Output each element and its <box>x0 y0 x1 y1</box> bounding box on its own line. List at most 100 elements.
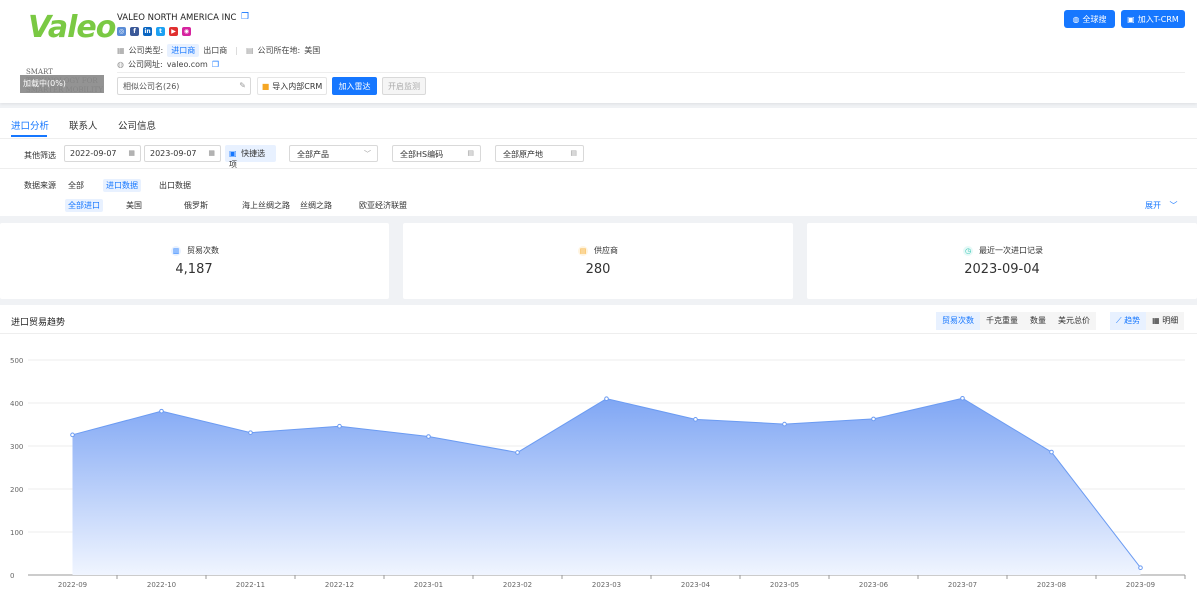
filter-divider <box>0 168 1197 169</box>
logo-loading-badge: 加载中(0%) <box>20 75 104 93</box>
y-tick-label: 300 <box>10 443 23 451</box>
sub-russia[interactable]: 俄罗斯 <box>184 200 208 211</box>
building-icon: ▦ <box>117 46 125 55</box>
copy-website-icon[interactable]: ❐ <box>212 60 219 69</box>
location-icon: ▤ <box>245 46 254 55</box>
data-point <box>604 396 609 402</box>
add-radar-button[interactable]: 加入雷达 <box>332 77 377 95</box>
sub-maritime-silk-road[interactable]: 海上丝绸之路 <box>242 200 290 211</box>
series-area <box>72 398 1141 575</box>
stat-value-suppliers: 280 <box>585 262 611 277</box>
tab-company-info[interactable]: 公司信息 <box>118 118 156 132</box>
x-tick-label: 2023-01 <box>414 581 443 589</box>
view-switch: ⟋ 趋势 ▦ 明细 <box>1110 312 1185 330</box>
product-select[interactable]: 全部产品 ﹀ <box>289 145 378 162</box>
data-point <box>159 408 164 414</box>
sub-eaeu[interactable]: 欧亚经济联盟 <box>359 200 407 211</box>
instagram-icon[interactable]: ◉ <box>182 27 191 36</box>
data-point <box>782 421 787 427</box>
folder-icon: ■ <box>261 81 270 91</box>
import-crm-button[interactable]: ■ 导入内部CRM <box>257 77 327 95</box>
stat-trades-label-text: 贸易次数 <box>187 246 219 255</box>
similar-companies-dropdown[interactable]: 相似公司名(26) ✎ <box>117 77 251 95</box>
source-all[interactable]: 全部 <box>68 180 84 191</box>
hs-code-select[interactable]: 全部HS编码 ▤ <box>392 145 481 162</box>
date-to-input[interactable]: 2023-09-07 ▦ <box>144 145 221 162</box>
facebook-icon[interactable]: f <box>130 27 139 36</box>
copy-icon[interactable]: ❐ <box>241 12 249 22</box>
x-tick-label: 2023-08 <box>1037 581 1066 589</box>
chevron-down-icon: ﹀ <box>1169 201 1178 210</box>
youtube-icon[interactable]: ▶ <box>169 27 178 36</box>
supplier-icon: ▤ <box>578 245 588 256</box>
metric-weight[interactable]: 千克重量 <box>980 312 1024 330</box>
list-icon: ▤ <box>570 149 577 157</box>
y-tick-label: 100 <box>10 529 23 537</box>
origin-value: 全部原产地 <box>503 150 543 159</box>
stat-label-last-import: ◷ 最近一次进口记录 <box>963 245 1043 256</box>
similar-companies-label: 相似公司名(26) <box>123 82 180 91</box>
stat-label-trades: ▥ 贸易次数 <box>171 245 219 256</box>
x-tick-label: 2023-05 <box>770 581 799 589</box>
linkedin-icon[interactable]: in <box>143 27 152 36</box>
globe-icon: ◍ <box>117 60 124 69</box>
source-import[interactable]: 进口数据 <box>103 179 141 192</box>
y-tick-label: 400 <box>10 400 23 408</box>
metric-usd-total[interactable]: 美元总价 <box>1052 312 1096 330</box>
add-tcrm-button[interactable]: ▣ 加入T-CRM <box>1121 10 1185 28</box>
stat-card-last-import <box>807 223 1197 299</box>
expand-label: 展开 <box>1145 201 1161 210</box>
x-tick-label: 2023-06 <box>859 581 889 589</box>
view-trend[interactable]: ⟋ 趋势 <box>1110 312 1147 330</box>
social-links: ◎ f in t ▶ ◉ <box>117 27 191 36</box>
importer-tag: 进口商 <box>167 44 200 57</box>
global-search-label: 全球搜 <box>1082 14 1107 24</box>
list-icon: ▤ <box>467 149 474 157</box>
sub-all-import[interactable]: 全部进口 <box>65 199 103 212</box>
tabs-divider <box>0 138 1197 139</box>
view-trend-label: 趋势 <box>1124 316 1141 325</box>
y-tick-label: 200 <box>10 486 23 494</box>
stat-value-trades: 4,187 <box>175 262 213 277</box>
chevron-down-icon: ﹀ <box>364 150 371 158</box>
bar-chart-icon: ▥ <box>171 245 181 256</box>
location-label: 公司所在地: <box>257 46 301 55</box>
calendar-icon: ▦ <box>208 149 215 157</box>
data-source-label: 数据来源 <box>24 181 56 190</box>
quick-options-button[interactable]: ▣ 快捷选项 <box>225 145 276 169</box>
header-divider <box>117 72 1185 73</box>
stat-card-trades <box>0 223 389 299</box>
date-from-value: 2022-09-07 <box>70 149 117 158</box>
sub-usa[interactable]: 美国 <box>126 200 142 211</box>
website-value[interactable]: valeo.com <box>167 60 208 69</box>
clock-icon: ◷ <box>963 245 973 256</box>
data-point <box>871 416 876 422</box>
website-icon[interactable]: ◎ <box>117 27 126 36</box>
company-logo: Valeo SMART TECHNOLOGY FOR SMARTER MOBIL… <box>20 10 116 94</box>
tab-import-analysis[interactable]: 进口分析 <box>11 118 49 132</box>
expand-button[interactable]: 展开 ﹀ <box>1145 200 1178 211</box>
stat-card-suppliers <box>403 223 793 299</box>
import-crm-label: 导入内部CRM <box>272 81 323 91</box>
hs-code-value: 全部HS编码 <box>400 150 444 159</box>
twitter-icon[interactable]: t <box>156 27 165 36</box>
view-detail-label: 明细 <box>1162 316 1179 325</box>
source-export[interactable]: 出口数据 <box>159 180 191 191</box>
date-from-input[interactable]: 2022-09-07 ▦ <box>64 145 141 162</box>
data-point <box>693 417 698 422</box>
metric-switch: 贸易次数 千克重量 数量 美元总价 <box>936 312 1096 330</box>
tab-contacts[interactable]: 联系人 <box>69 118 98 132</box>
data-point <box>337 423 342 429</box>
stat-label-suppliers: ▤ 供应商 <box>578 245 618 256</box>
start-monitor-button[interactable]: 开启监测 <box>382 77 426 95</box>
exporter-tag: 出口商 <box>203 46 228 55</box>
stat-last-import-label-text: 最近一次进口记录 <box>979 246 1043 255</box>
metric-trades[interactable]: 贸易次数 <box>936 312 980 330</box>
metric-quantity[interactable]: 数量 <box>1024 312 1052 330</box>
sub-silk-road[interactable]: 丝绸之路 <box>300 200 332 211</box>
origin-select[interactable]: 全部原产地 ▤ <box>495 145 584 162</box>
y-tick-label: 0 <box>10 572 14 580</box>
global-search-button[interactable]: ◍ 全球搜 <box>1064 10 1115 28</box>
view-detail[interactable]: ▦ 明细 <box>1146 312 1185 330</box>
filter-label: 其他筛选 <box>24 151 56 160</box>
